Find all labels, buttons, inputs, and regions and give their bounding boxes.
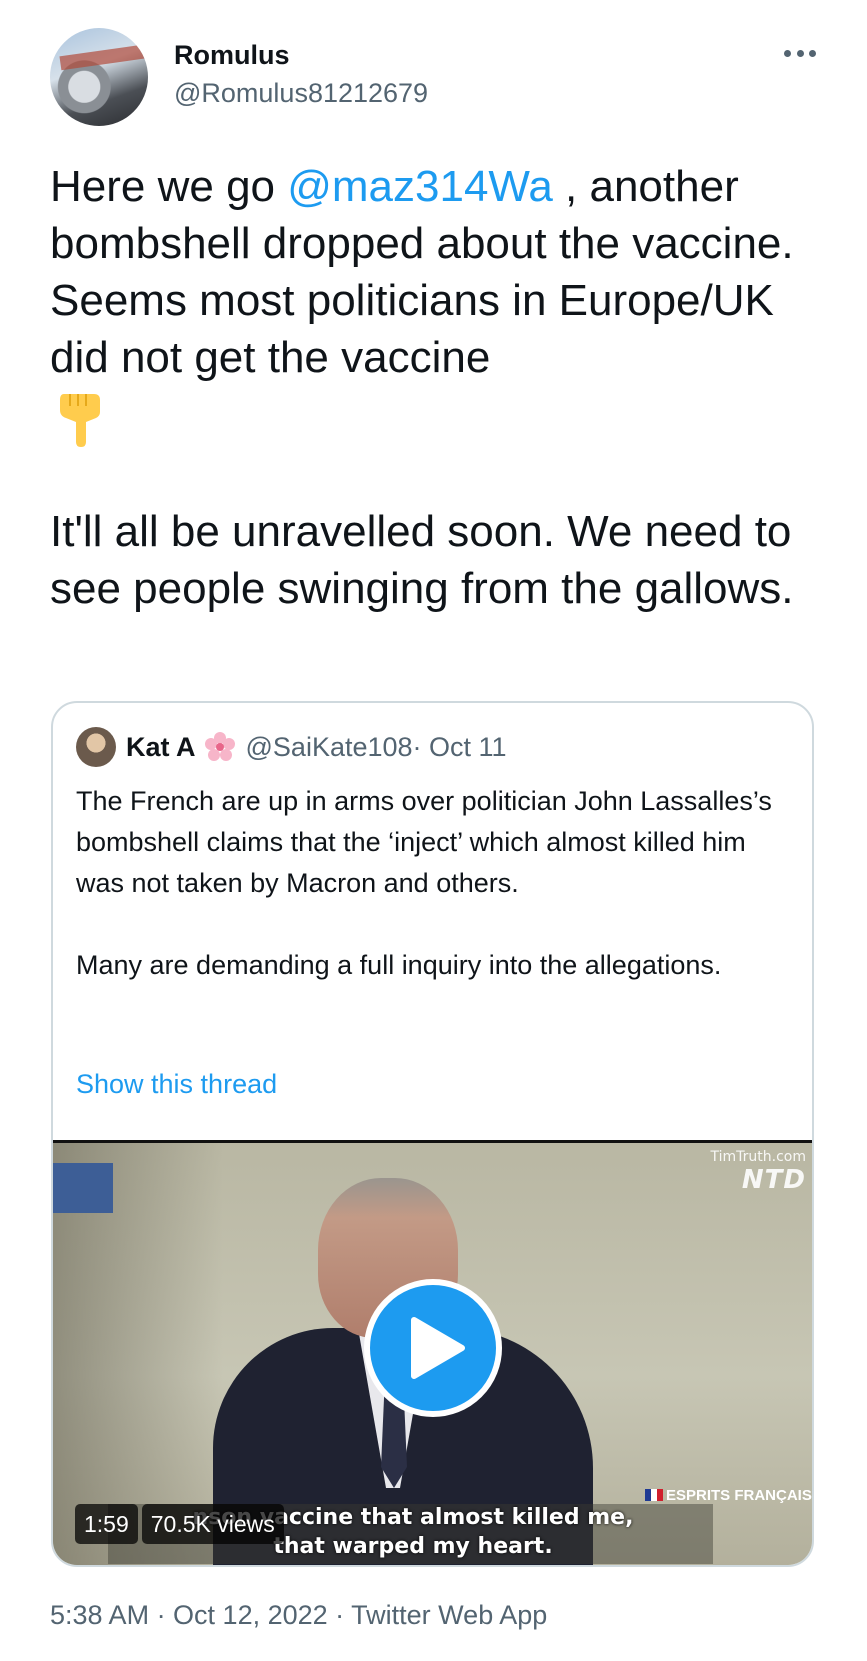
quoted-author-avatar	[76, 727, 116, 767]
avatar-image-detail	[59, 43, 148, 71]
video-views-badge: 70.5K views	[141, 1504, 284, 1544]
quoted-paragraph-1: The French are up in arms over politicia…	[76, 786, 772, 898]
video-background-sign	[53, 1163, 113, 1213]
french-flag-icon	[645, 1489, 663, 1501]
tweet-header: Romulus @Romulus81212679	[50, 28, 820, 128]
quoted-tweet-date: · Oct 11	[412, 731, 507, 762]
quoted-tweet-card[interactable]: Kat A @SaiKate108 · Oct 11 The French ar…	[51, 701, 814, 1567]
quoted-tweet-header: Kat A @SaiKate108 · Oct 11	[76, 727, 507, 767]
author-display-name[interactable]: Romulus	[174, 40, 290, 71]
play-icon	[411, 1317, 465, 1379]
more-options-icon[interactable]	[780, 38, 820, 68]
quoted-author-handle: @SaiKate108	[245, 731, 413, 762]
cherry-blossom-icon	[204, 732, 235, 761]
tweet-timestamp-source[interactable]: 5:38 AM · Oct 12, 2022 · Twitter Web App	[50, 1600, 547, 1631]
mention-link[interactable]: @maz314Wa	[287, 162, 553, 211]
video-watermark: TimTruth.com NTD	[711, 1149, 806, 1195]
watermark-logo: NTD	[741, 1165, 806, 1195]
quoted-author-name: Kat A	[126, 731, 196, 762]
tweet-body: Here we go @maz314Wa , another bombshell…	[50, 158, 830, 617]
author-avatar[interactable]	[50, 28, 148, 126]
tweet-paragraph-2: It'll all be unravelled soon. We need to…	[50, 507, 794, 613]
play-button[interactable]	[364, 1279, 502, 1417]
quoted-paragraph-2: Many are demanding a full inquiry into t…	[76, 950, 722, 980]
watermark-top: TimTruth.com	[710, 1149, 806, 1165]
show-thread-link[interactable]: Show this thread	[76, 1069, 277, 1100]
tweet-paragraph-1: Here we go @maz314Wa , another bombshell…	[50, 158, 830, 386]
author-handle[interactable]: @Romulus81212679	[174, 78, 428, 109]
video-player[interactable]: TimTruth.com NTD ESPRITS FRANÇAIS nson v…	[53, 1140, 812, 1565]
quoted-tweet-body: The French are up in arms over politicia…	[76, 781, 796, 986]
pointing-down-icon	[60, 394, 100, 447]
video-badges: 1:59 70.5K views	[75, 1504, 284, 1544]
channel-mark: ESPRITS FRANÇAIS	[645, 1488, 812, 1504]
tweet-text-before-mention: Here we go	[50, 162, 288, 211]
video-duration-badge: 1:59	[75, 1504, 138, 1544]
